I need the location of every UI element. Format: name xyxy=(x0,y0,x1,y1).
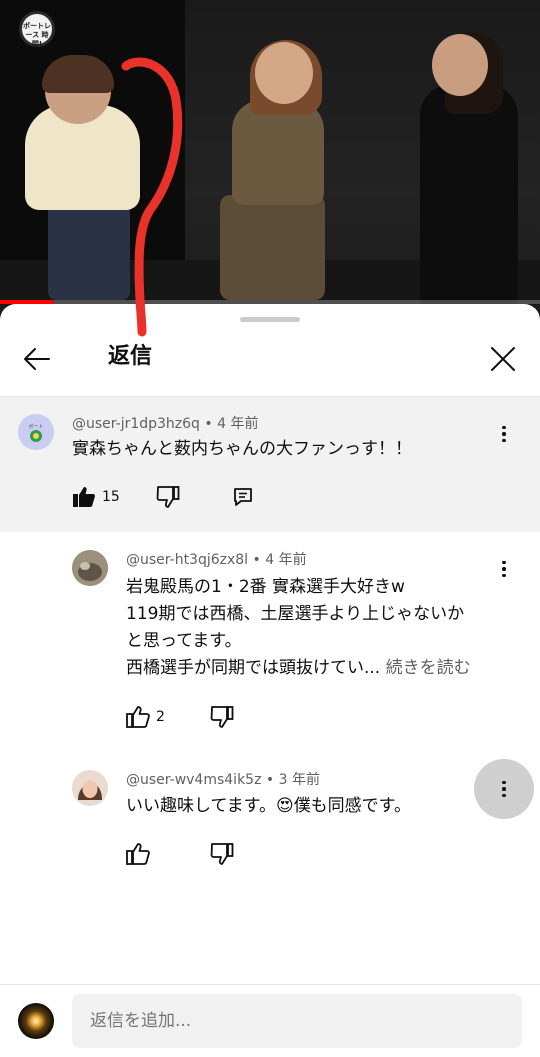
person-left-legs xyxy=(48,200,130,300)
comment-line: 岩鬼殿馬の1・2番 實森選手大好きw xyxy=(126,577,405,597)
close-icon xyxy=(491,347,515,371)
comment-handle[interactable]: @user-wv4ms4ik5z xyxy=(126,772,261,788)
composer-divider xyxy=(0,984,540,985)
reply-input[interactable] xyxy=(72,994,522,1048)
back-arrow-icon xyxy=(24,348,50,370)
dislike-icon xyxy=(210,843,234,865)
video-player[interactable]: ボートレース 時間! xyxy=(0,0,540,320)
person-right-body xyxy=(420,85,518,305)
more-vert-icon xyxy=(502,780,506,785)
like-icon xyxy=(126,843,150,865)
comment-meta: @user-ht3qj6zx8l • 4 年前 xyxy=(126,550,307,570)
drag-handle[interactable] xyxy=(240,317,300,322)
read-more-link[interactable]: 続きを読む xyxy=(386,658,471,678)
comment-text-part: いい趣味してます。 xyxy=(126,796,276,816)
comment-text-part: 僕も同感です。 xyxy=(293,796,411,816)
like-button[interactable] xyxy=(70,483,98,511)
like-icon xyxy=(126,706,150,728)
reply-icon xyxy=(234,488,252,506)
parent-comment: ボート @user-jr1dp3hz6q • 4 年前 實森ちゃんと薮内ちゃんの… xyxy=(0,396,540,532)
person-right-head xyxy=(432,34,488,96)
dislike-button[interactable] xyxy=(208,840,236,868)
avatar-image xyxy=(72,550,108,586)
comment-line: 119期では西橋、土屋選手より上じゃないか xyxy=(126,604,465,624)
comment-handle[interactable]: @user-jr1dp3hz6q xyxy=(72,416,200,432)
comment-text: いい趣味してます。😍僕も同感です。 xyxy=(126,793,466,820)
dislike-button[interactable] xyxy=(208,703,236,731)
dislike-icon xyxy=(210,706,234,728)
channel-logo: ボートレース 時間! xyxy=(19,11,55,48)
comment-text: 岩鬼殿馬の1・2番 實森選手大好きw 119期では西橋、土屋選手より上じゃないか… xyxy=(126,574,526,682)
replies-sheet: 返信 ボート @user-jr1dp3hz6q • 4 年前 實森ちゃんと薮内ち… xyxy=(0,304,540,1057)
like-button[interactable] xyxy=(124,840,152,868)
comment-meta: @user-jr1dp3hz6q • 4 年前 xyxy=(72,414,258,434)
more-vert-icon xyxy=(502,560,506,565)
meta-separator: • xyxy=(199,416,218,432)
comment-line: 西橋選手が同期では頭抜けてい... 続きを読む xyxy=(126,655,526,682)
sheet-header: 返信 xyxy=(0,326,540,396)
dislike-icon xyxy=(156,486,180,508)
dislike-button[interactable] xyxy=(154,483,182,511)
comment-time: 4 年前 xyxy=(265,552,307,568)
smiling-heart-eyes-emoji: 😍 xyxy=(275,796,294,816)
close-button[interactable] xyxy=(482,338,524,380)
reply-button[interactable] xyxy=(229,483,257,511)
like-count: 15 xyxy=(102,489,120,505)
avatar-image: ボート xyxy=(18,414,54,450)
divider xyxy=(0,396,540,397)
comment-meta: @user-wv4ms4ik5z • 3 年前 xyxy=(126,770,320,790)
meta-separator: • xyxy=(248,552,266,568)
avatar[interactable]: ボート xyxy=(18,414,54,450)
more-options-button[interactable] xyxy=(474,759,534,819)
comment-time: 4 年前 xyxy=(217,416,259,432)
comment-line-text: 西橋選手が同期では頭抜けてい... xyxy=(126,658,381,678)
sheet-title: 返信 xyxy=(108,344,153,369)
avatar[interactable] xyxy=(72,550,108,586)
svg-text:ボート: ボート xyxy=(28,423,43,430)
comment-time: 3 年前 xyxy=(278,772,320,788)
person-center-head xyxy=(255,42,313,104)
more-vert-icon xyxy=(502,425,506,430)
comment-handle[interactable]: @user-ht3qj6zx8l xyxy=(126,552,248,568)
screen: ボートレース 時間! 返信 ボート @user-jr1dp3hz6q • 4 年… xyxy=(0,0,540,1057)
person-center-body xyxy=(232,100,324,205)
person-center-legs xyxy=(220,195,325,300)
comment-text: 實森ちゃんと薮内ちゃんの大ファンっす！！ xyxy=(72,439,412,459)
avatar-image xyxy=(72,770,108,806)
like-button[interactable] xyxy=(124,703,152,731)
comment-line: と思ってます。 xyxy=(126,631,242,651)
avatar[interactable] xyxy=(72,770,108,806)
like-count: 2 xyxy=(156,709,165,725)
my-avatar[interactable] xyxy=(18,1003,54,1039)
meta-separator: • xyxy=(261,772,279,788)
like-icon xyxy=(73,487,95,507)
back-button[interactable] xyxy=(16,338,58,380)
